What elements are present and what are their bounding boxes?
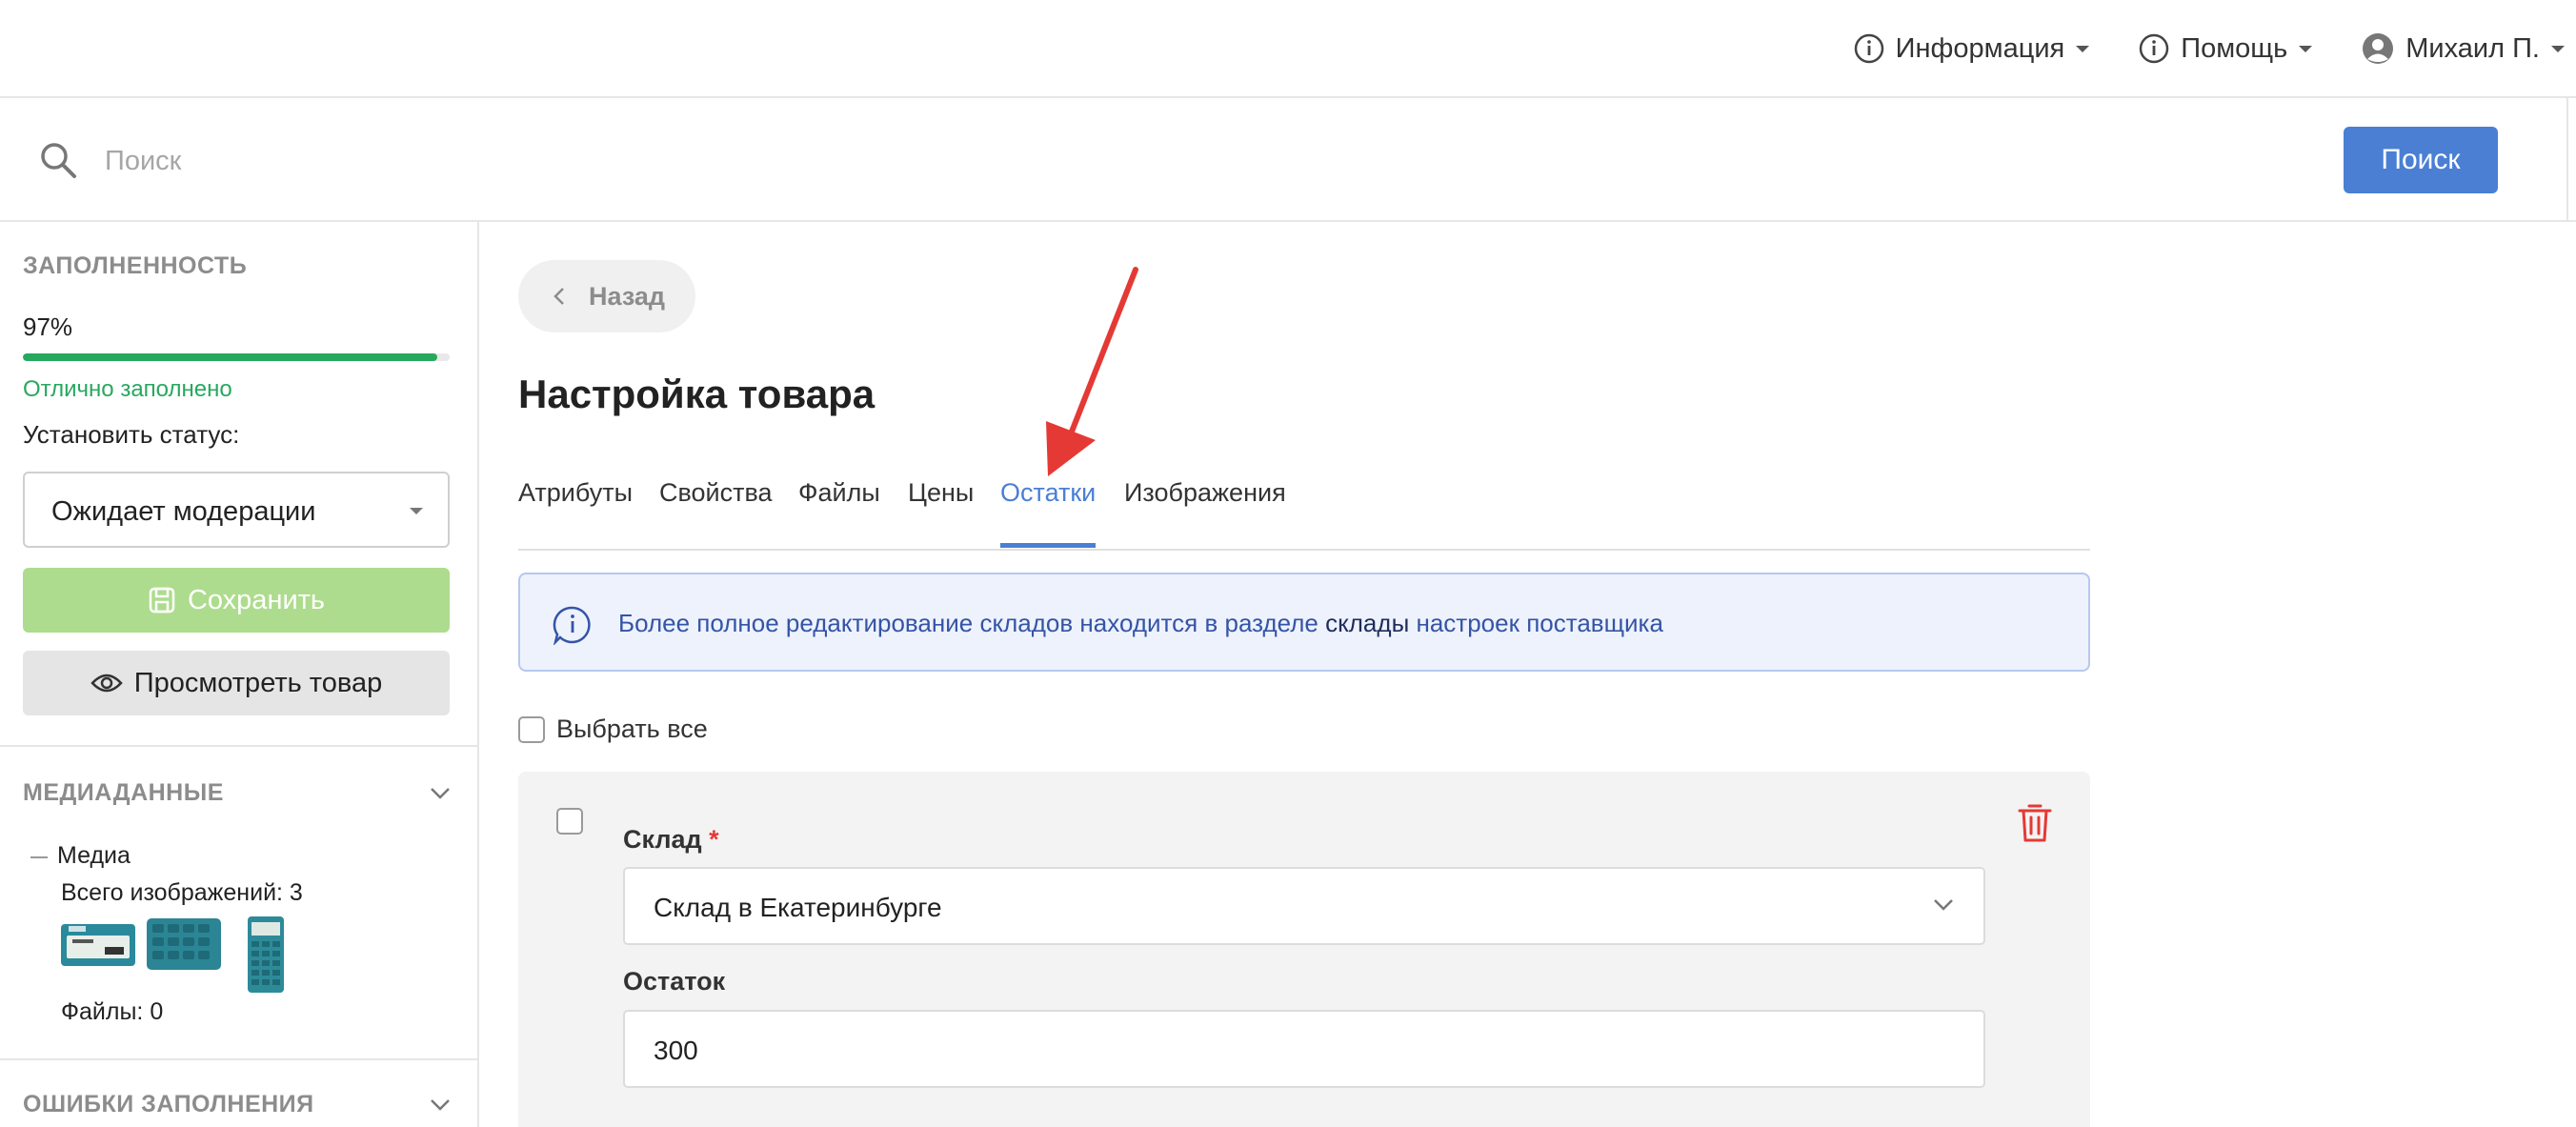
view-product-label: Просмотреть товар: [133, 667, 383, 698]
user-icon: [2363, 33, 2394, 64]
user-menu[interactable]: Михаил П.: [2362, 32, 2565, 65]
errors-section-title: ОШИБКИ ЗАПОЛНЕНИЯ: [23, 1091, 314, 1117]
fill-percent: 97%: [23, 312, 73, 341]
select-all-checkbox[interactable]: [518, 715, 545, 743]
info-menu[interactable]: Информация: [1854, 33, 2090, 65]
help-menu[interactable]: Помощь: [2139, 32, 2313, 65]
page-title: Настройка товара: [518, 372, 875, 416]
active-tab-indicator: [1000, 543, 1096, 548]
select-all[interactable]: Выбрать все: [518, 714, 708, 744]
files-count: Файлы: 0: [61, 998, 164, 1025]
caret-down-icon: [410, 508, 423, 514]
chevron-down-icon[interactable]: [429, 786, 452, 801]
warehouse-select-value: Склад в Екатеринбурге: [654, 893, 942, 922]
search-input[interactable]: [105, 132, 2296, 190]
product-thumbnail[interactable]: [59, 915, 137, 974]
media-label: Медиа: [57, 842, 131, 869]
save-button-label: Сохранить: [187, 584, 326, 615]
stock-card: Склад * Склад в Екатеринбурге Остаток 30…: [518, 772, 2090, 1127]
stock-input[interactable]: 300: [623, 1010, 1985, 1088]
top-nav: Информация Помощь Михаил П.: [1804, 32, 2565, 65]
tab-attributes[interactable]: Атрибуты: [518, 478, 633, 508]
help-menu-label: Помощь: [2181, 32, 2288, 64]
stock-row-checkbox[interactable]: [556, 808, 583, 835]
stock-input-value: 300: [654, 1036, 698, 1065]
caret-down-icon: [2076, 45, 2090, 52]
info-menu-label: Информация: [1895, 32, 2065, 64]
info-icon: [2139, 33, 2169, 64]
caret-down-icon: [2299, 45, 2313, 52]
view-product-button[interactable]: Просмотреть товар: [23, 651, 450, 715]
warehouse-select[interactable]: Склад в Екатеринбурге: [623, 867, 1985, 945]
divider: [0, 1058, 479, 1060]
status-select-value: Ожидает модерации: [51, 496, 316, 527]
tab-bar: Атрибуты Свойства Файлы Цены Остатки Изо…: [518, 474, 2090, 551]
status-label: Установить статус:: [23, 420, 240, 449]
warehouse-label-text: Склад: [623, 825, 702, 854]
images-count: Всего изображений: 3: [61, 879, 303, 906]
eye-icon: [91, 674, 123, 693]
info-text-before: Более полное редактирование складов нахо…: [618, 609, 1318, 637]
back-button-label: Назад: [589, 281, 666, 311]
required-mark: *: [709, 825, 719, 854]
tab-properties[interactable]: Свойства: [659, 478, 773, 508]
user-menu-label: Михаил П.: [2405, 32, 2540, 64]
top-bar: Информация Помощь Михаил П.: [0, 0, 2576, 98]
warehouses-link[interactable]: склады: [1325, 609, 1409, 637]
info-alert-text: Более полное редактирование складов нахо…: [618, 609, 1663, 638]
chevron-down-icon[interactable]: [429, 1097, 452, 1113]
info-text-after: настроек поставщика: [1416, 609, 1663, 637]
fill-progress-bar: [23, 353, 450, 361]
fill-section-title: ЗАПОЛНЕННОСТЬ: [23, 252, 248, 279]
info-chat-icon: [553, 606, 591, 645]
chevron-down-icon: [1934, 899, 1953, 911]
tab-prices[interactable]: Цены: [908, 478, 974, 508]
select-all-label: Выбрать все: [556, 714, 708, 743]
product-thumbnail[interactable]: [145, 915, 223, 974]
fill-progress-value: [23, 353, 437, 361]
save-button[interactable]: Сохранить: [23, 568, 450, 633]
divider: [0, 745, 479, 747]
save-icon: [149, 587, 175, 614]
product-thumbnail[interactable]: [246, 915, 286, 995]
media-section-title: МЕДИАДАННЫЕ: [23, 779, 224, 806]
search-bar: Поиск: [0, 98, 2576, 222]
tree-dash: [30, 856, 48, 858]
fill-status-text: Отлично заполнено: [23, 376, 232, 402]
info-icon: [1854, 33, 1883, 64]
info-alert: Более полное редактирование складов нахо…: [518, 573, 2090, 672]
chevron-left-icon: [553, 288, 564, 305]
status-select[interactable]: Ожидает модерации: [23, 472, 450, 548]
search-icon: [41, 143, 76, 178]
sidebar: ЗАПОЛНЕННОСТЬ 97% Отлично заполнено Уста…: [0, 222, 479, 1127]
warehouse-label: Склад *: [623, 825, 719, 855]
back-button[interactable]: Назад: [518, 260, 695, 332]
search-button[interactable]: Поиск: [2344, 127, 2498, 193]
trash-icon[interactable]: [2016, 802, 2054, 844]
tab-images[interactable]: Изображения: [1124, 478, 1286, 508]
tab-files[interactable]: Файлы: [798, 478, 880, 508]
stock-label: Остаток: [623, 967, 726, 996]
tab-stock[interactable]: Остатки: [1000, 478, 1096, 508]
divider: [2566, 98, 2568, 222]
caret-down-icon: [2551, 45, 2565, 52]
